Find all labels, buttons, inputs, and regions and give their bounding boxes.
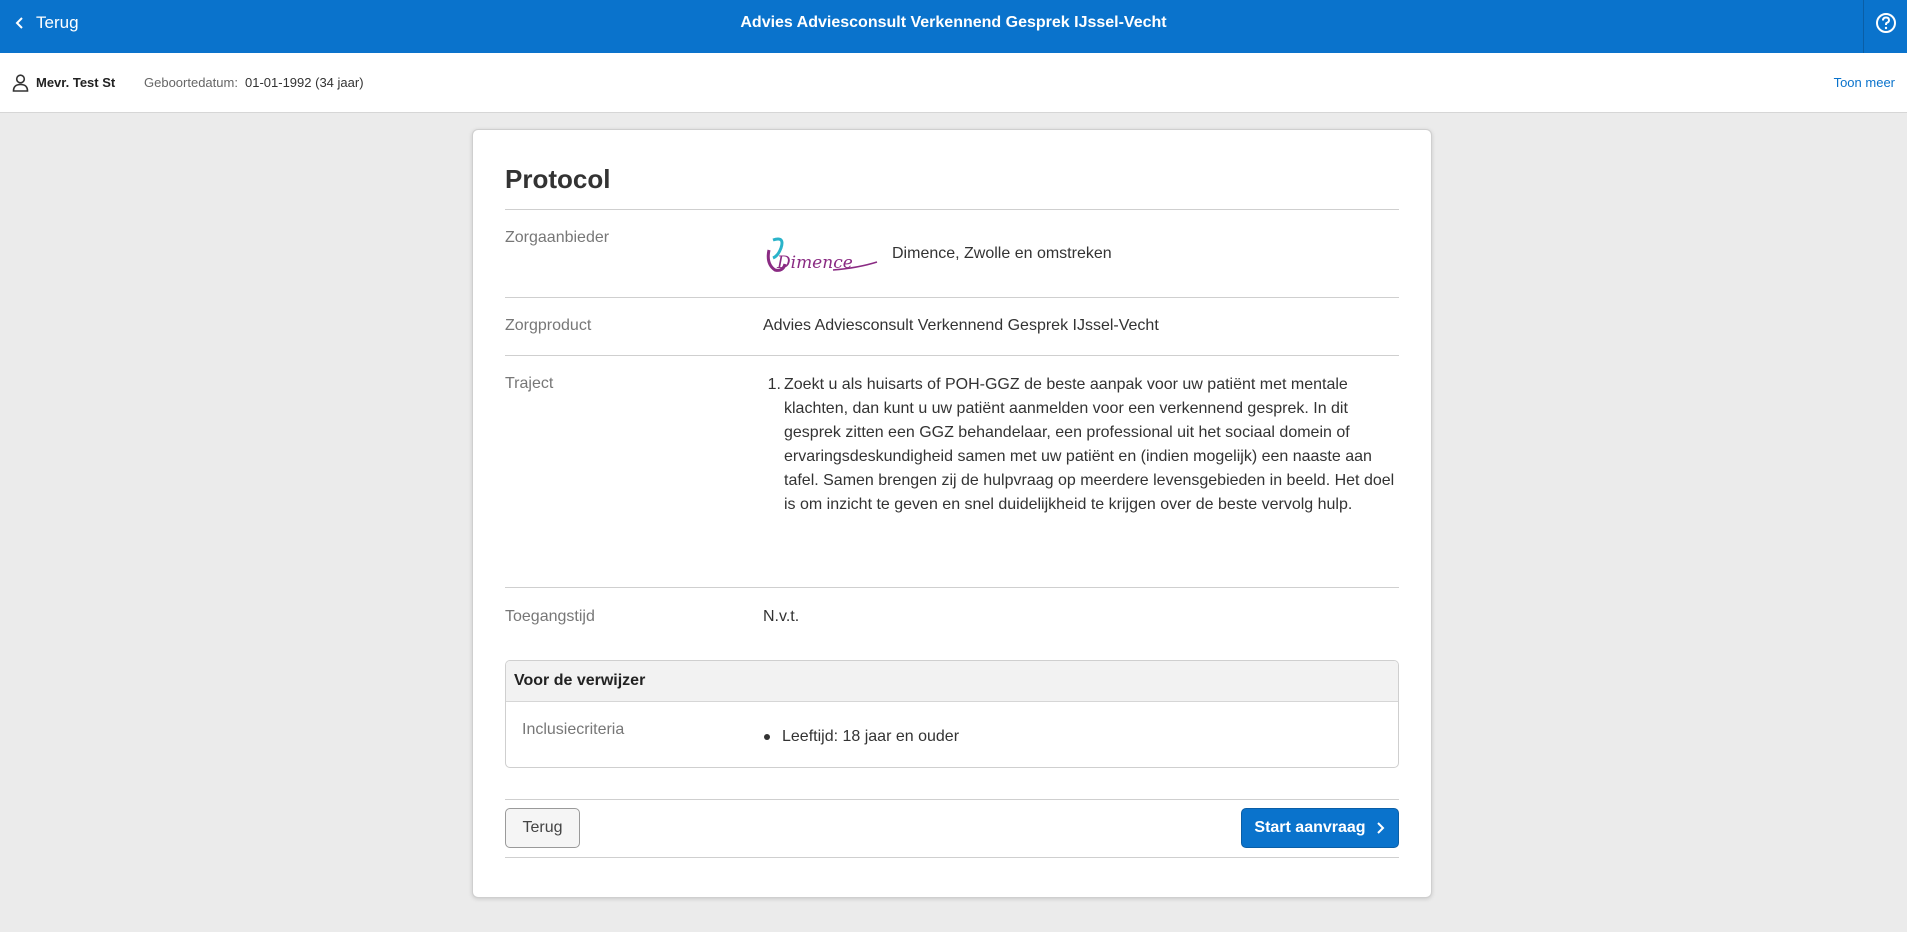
card-title: Protocol [505,164,611,194]
chevron-right-icon [1376,822,1384,834]
top-header: Terug Advies Adviesconsult Verkennend Ge… [0,0,1907,53]
divider [505,799,1399,800]
help-icon [1875,13,1896,33]
protocol-card: Protocol Zorgaanbieder Dimence Dimence, … [472,129,1432,898]
svg-text:Dimence: Dimence [776,253,853,273]
person-icon [12,74,29,92]
patient-bar: Mevr. Test St Geboortedatum: 01-01-1992 … [0,53,1907,113]
verwijzer-title: Voor de verwijzer [506,661,1398,702]
divider [505,209,1399,210]
divider [505,297,1399,298]
help-button[interactable] [1863,0,1907,53]
dimence-logo: Dimence [766,237,878,273]
dob-value: 01-01-1992 (34 jaar) [245,75,364,90]
back-button-label: Terug [522,819,563,836]
back-button[interactable]: Terug [505,808,580,848]
start-aanvraag-button[interactable]: Start aanvraag [1241,808,1399,848]
traject-label: Traject [505,375,554,392]
zorgproduct-value: Advies Adviesconsult Verkennend Gesprek … [763,317,1159,334]
divider [505,587,1399,588]
patient-name: Mevr. Test St [36,75,116,90]
inclusiecriteria-label: Inclusiecriteria [522,721,625,738]
zorgproduct-label: Zorgproduct [505,317,592,334]
start-aanvraag-label: Start aanvraag [1254,819,1366,836]
verwijzer-panel: Voor de verwijzer Inclusiecriteria Leeft… [505,660,1399,768]
page-title: Advies Adviesconsult Verkennend Gesprek … [740,14,1167,31]
traject-item-number: 1. [767,376,781,393]
zorgaanbieder-label: Zorgaanbieder [505,229,610,246]
inclusiecriteria-item: Leeftijd: 18 jaar en ouder [764,728,959,746]
inclusiecriteria-text: Leeftijd: 18 jaar en ouder [782,728,960,745]
toegangstijd-value: N.v.t. [763,608,800,625]
traject-item-text: Zoekt u als huisarts of POH-GGZ de beste… [784,376,1395,513]
bullet-icon [764,734,770,740]
divider [505,355,1399,356]
divider [505,857,1399,858]
toon-meer-link[interactable]: Toon meer [1834,75,1895,90]
traject-list: 1. Zoekt u als huisarts of POH-GGZ de be… [763,373,1403,517]
zorgaanbieder-value: Dimence, Zwolle en omstreken [892,245,1112,262]
toegangstijd-label: Toegangstijd [505,608,595,625]
dob-label: Geboortedatum: [144,75,238,90]
